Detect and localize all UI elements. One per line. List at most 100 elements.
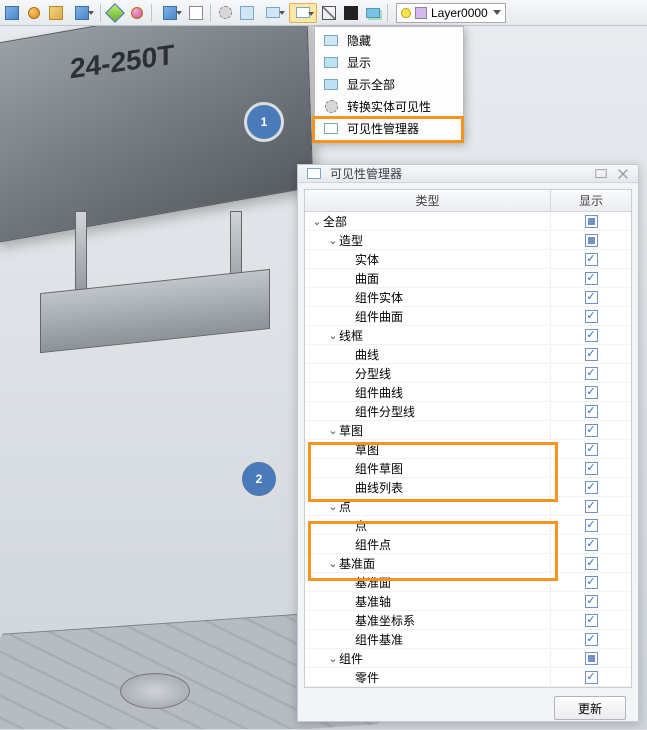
- menu-show[interactable]: 显示: [317, 51, 461, 73]
- tool-doc-icon[interactable]: [237, 3, 257, 23]
- tool-zoom-icon[interactable]: [186, 3, 206, 23]
- tree-row[interactable]: ⌄线框: [305, 326, 631, 345]
- tool-grid-icon[interactable]: [215, 3, 235, 23]
- column-show[interactable]: 显示: [551, 190, 631, 211]
- menu-toggle-visibility[interactable]: 转换实体可见性: [317, 95, 461, 117]
- tree-row[interactable]: 曲面: [305, 269, 631, 288]
- tool-cube-icon[interactable]: [2, 3, 22, 23]
- tree-label: 曲线列表: [355, 479, 403, 496]
- layer-color-swatch: [415, 7, 427, 19]
- visibility-grid: 类型 显示 ⌄全部⌄造型实体曲面组件实体组件曲面⌄线框曲线分型线组件曲线组件分型…: [304, 189, 632, 688]
- visibility-checkbox[interactable]: [585, 367, 598, 380]
- tree-row[interactable]: 组件分型线: [305, 402, 631, 421]
- tree-label: 曲线: [355, 346, 379, 363]
- collapse-icon[interactable]: ⌄: [327, 652, 339, 665]
- tree-label: 基准面: [355, 574, 391, 591]
- close-icon[interactable]: [616, 167, 630, 181]
- tree-row[interactable]: 草图: [305, 440, 631, 459]
- tree-row[interactable]: 组件实体: [305, 288, 631, 307]
- collapse-icon[interactable]: ⌄: [327, 329, 339, 342]
- tool-gold-cube-icon[interactable]: [46, 3, 66, 23]
- visibility-dropdown-button[interactable]: [289, 3, 317, 23]
- tool-solid-icon[interactable]: [341, 3, 361, 23]
- layer-selector[interactable]: Layer0000: [396, 3, 506, 23]
- tool-pyramid-icon[interactable]: [105, 3, 125, 23]
- collapse-icon[interactable]: ⌄: [327, 557, 339, 570]
- visibility-checkbox[interactable]: [585, 405, 598, 418]
- tool-sphere-icon[interactable]: [24, 3, 44, 23]
- tree-row[interactable]: ⌄组件: [305, 649, 631, 668]
- tree-label: 组件草图: [355, 460, 403, 477]
- visibility-checkbox[interactable]: [585, 595, 598, 608]
- visibility-checkbox[interactable]: [585, 386, 598, 399]
- visibility-checkbox[interactable]: [585, 538, 598, 551]
- visibility-checkbox[interactable]: [585, 462, 598, 475]
- tree-row[interactable]: 零件: [305, 668, 631, 687]
- column-type[interactable]: 类型: [305, 190, 551, 211]
- menu-hide[interactable]: 隐藏: [317, 29, 461, 51]
- tree-row[interactable]: 实体: [305, 250, 631, 269]
- visibility-checkbox[interactable]: [585, 424, 598, 437]
- tree-row[interactable]: 基准轴: [305, 592, 631, 611]
- visibility-checkbox[interactable]: [585, 576, 598, 589]
- tree-row[interactable]: 组件点: [305, 535, 631, 554]
- tree-label: 组件分型线: [355, 403, 415, 420]
- tree-row[interactable]: 曲线列表: [305, 478, 631, 497]
- tool-wireframe-icon[interactable]: [319, 3, 339, 23]
- visibility-checkbox[interactable]: [585, 633, 598, 646]
- visibility-checkbox[interactable]: [585, 500, 598, 513]
- model-disc: [120, 673, 190, 709]
- tree-row[interactable]: ⌄草图: [305, 421, 631, 440]
- visibility-checkbox[interactable]: [585, 215, 598, 228]
- visibility-checkbox[interactable]: [585, 671, 598, 684]
- tree-label: 组件基准: [355, 631, 403, 648]
- tree-row[interactable]: 组件曲面: [305, 307, 631, 326]
- visibility-checkbox[interactable]: [585, 310, 598, 323]
- tree-label: 实体: [355, 251, 379, 268]
- update-button[interactable]: 更新: [554, 696, 626, 720]
- visibility-checkbox[interactable]: [585, 329, 598, 342]
- tool-layer-icon[interactable]: [363, 3, 383, 23]
- visibility-checkbox[interactable]: [585, 519, 598, 532]
- visibility-checkbox[interactable]: [585, 348, 598, 361]
- visibility-checkbox[interactable]: [585, 234, 598, 247]
- collapse-icon[interactable]: ⌄: [311, 215, 323, 228]
- tool-view-dropdown[interactable]: [156, 3, 184, 23]
- visibility-dropdown-menu: 隐藏 显示 显示全部 转换实体可见性 可见性管理器: [314, 26, 464, 142]
- tree-row[interactable]: 基准面: [305, 573, 631, 592]
- collapse-icon[interactable]: ⌄: [327, 424, 339, 437]
- tree-row[interactable]: 组件曲线: [305, 383, 631, 402]
- visibility-checkbox[interactable]: [585, 652, 598, 665]
- visibility-checkbox[interactable]: [585, 614, 598, 627]
- pin-icon[interactable]: [594, 167, 608, 181]
- tool-flower-icon[interactable]: [127, 3, 147, 23]
- collapse-icon[interactable]: ⌄: [327, 500, 339, 513]
- main-toolbar: Layer0000: [0, 0, 647, 26]
- tree-row[interactable]: ⌄基准面: [305, 554, 631, 573]
- visibility-checkbox[interactable]: [585, 253, 598, 266]
- tree-row[interactable]: ⌄造型: [305, 231, 631, 250]
- tree-row[interactable]: 点: [305, 516, 631, 535]
- tree-row[interactable]: ⌄全部: [305, 212, 631, 231]
- tree-row[interactable]: 分型线: [305, 364, 631, 383]
- tree-row[interactable]: ⌄点: [305, 497, 631, 516]
- visibility-checkbox[interactable]: [585, 557, 598, 570]
- tree-row[interactable]: 组件草图: [305, 459, 631, 478]
- tool-screen-dropdown[interactable]: [259, 3, 287, 23]
- panel-icon: [306, 166, 322, 182]
- tree-row[interactable]: 曲线: [305, 345, 631, 364]
- menu-show-all[interactable]: 显示全部: [317, 73, 461, 95]
- collapse-icon[interactable]: ⌄: [327, 234, 339, 247]
- tree-label: 组件曲面: [355, 308, 403, 325]
- tree-row[interactable]: 组件基准: [305, 630, 631, 649]
- grid-body: ⌄全部⌄造型实体曲面组件实体组件曲面⌄线框曲线分型线组件曲线组件分型线⌄草图草图…: [305, 212, 631, 687]
- menu-visibility-manager[interactable]: 可见性管理器: [317, 117, 461, 139]
- tree-label: 组件曲线: [355, 384, 403, 401]
- tool-box-dropdown[interactable]: [68, 3, 96, 23]
- tree-row[interactable]: 基准坐标系: [305, 611, 631, 630]
- visibility-checkbox[interactable]: [585, 443, 598, 456]
- tree-label: 草图: [339, 422, 363, 439]
- visibility-checkbox[interactable]: [585, 291, 598, 304]
- visibility-checkbox[interactable]: [585, 272, 598, 285]
- visibility-checkbox[interactable]: [585, 481, 598, 494]
